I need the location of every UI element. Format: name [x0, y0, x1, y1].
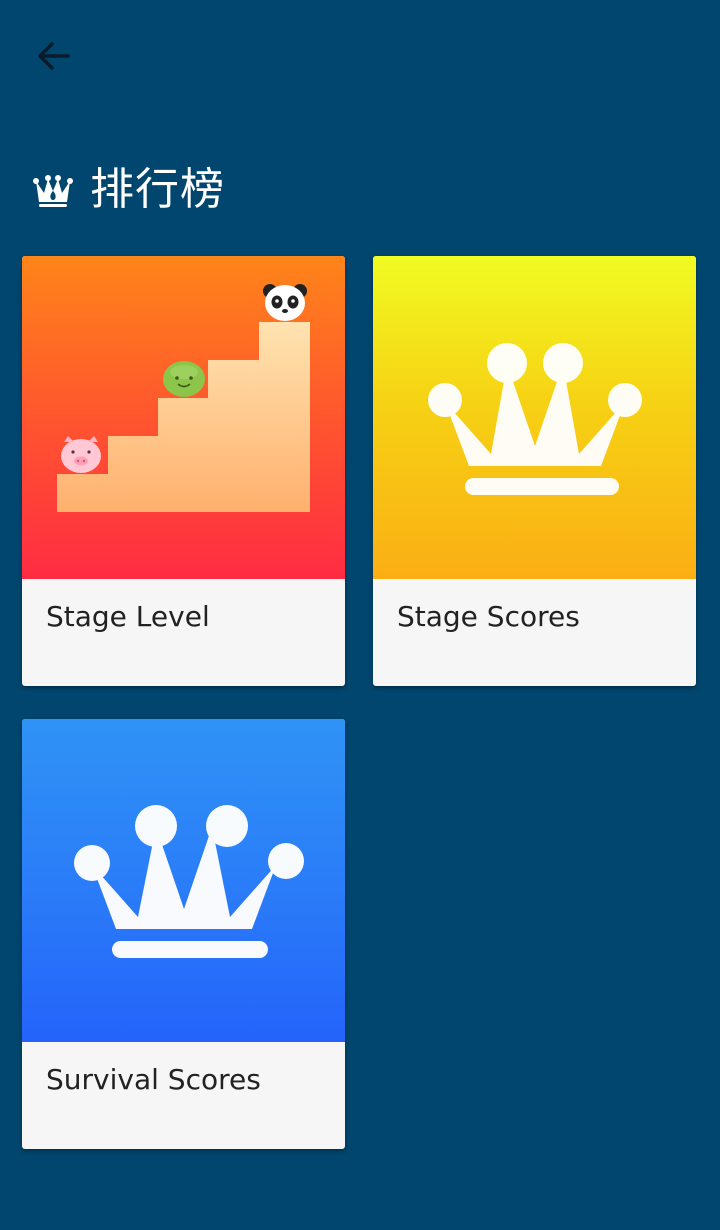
stage-level-card[interactable]: Stage Level	[22, 256, 345, 686]
survival-scores-artwork	[22, 719, 345, 1042]
arrow-left-icon	[38, 42, 70, 70]
stage-scores-card[interactable]: Stage Scores	[373, 256, 696, 686]
crown-icon	[33, 175, 73, 207]
stairs-illustration	[57, 284, 310, 512]
stage-level-artwork	[22, 256, 345, 579]
page-title: 排行榜	[90, 164, 225, 215]
page-header: 排行榜	[32, 160, 225, 220]
panda-icon	[263, 284, 307, 321]
green-blob-icon	[163, 361, 205, 397]
back-button[interactable]	[22, 24, 86, 88]
stage-scores-artwork	[373, 256, 696, 579]
crown-icon	[74, 805, 304, 958]
crown-icon	[428, 343, 642, 495]
survival-scores-label: Survival Scores	[46, 1063, 261, 1096]
pig-icon	[61, 436, 101, 473]
survival-scores-card[interactable]: Survival Scores	[22, 719, 345, 1149]
stage-level-label: Stage Level	[46, 600, 210, 633]
stage-scores-label: Stage Scores	[397, 600, 580, 633]
